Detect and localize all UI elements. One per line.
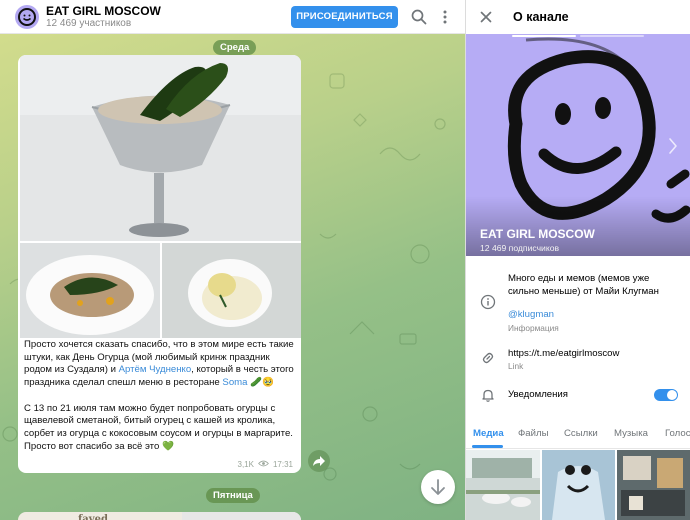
scroll-down-button[interactable] (421, 470, 455, 504)
eye-icon (258, 460, 269, 469)
tab-links[interactable]: Ссылки (564, 428, 598, 439)
sorbet-bowl-image (162, 243, 301, 338)
info-row-description[interactable]: Много еды и мемов (мемов уже сильно мень… (466, 262, 690, 340)
info-label: Информация (508, 323, 559, 333)
cover-subscribers: 12 469 подписчиков (480, 243, 560, 253)
info-icon (480, 294, 496, 310)
message-time: 17:31 (272, 460, 293, 469)
cover-progress-segment-active (512, 35, 576, 37)
message-photo-main[interactable] (20, 55, 301, 241)
mention-link-artem[interactable]: Артём Чудненко (119, 364, 192, 375)
channel-cover[interactable] (466, 34, 690, 256)
panel-header: О канале (466, 0, 690, 34)
media-thumb-1[interactable] (466, 450, 540, 520)
cover-channel-name: EAT GIRL MOSCOW (480, 227, 595, 241)
mention-link-soma[interactable]: Soma (222, 377, 247, 388)
channel-participants: 12 469 участников (46, 18, 132, 29)
chat-header: EAT GIRL MOSCOW 12 469 участников ПРИСОЕ… (0, 0, 465, 34)
panel-title: О канале (513, 10, 569, 24)
media-tabs: Медиа Файлы Ссылки Музыка Голос (466, 419, 690, 449)
notifications-toggle[interactable] (654, 389, 678, 401)
link-label: Link (508, 361, 524, 371)
message-photo-right[interactable] (162, 243, 301, 338)
tabs-divider (466, 448, 690, 449)
next-message-preview[interactable]: faved (18, 512, 301, 520)
notifications-label: Уведомления (508, 389, 568, 400)
cover-progress-segment (580, 35, 644, 37)
message-photo-left[interactable] (20, 243, 160, 338)
channel-username[interactable]: @klugman (508, 308, 554, 321)
tab-music[interactable]: Музыка (614, 428, 648, 439)
dessert-cup-image (20, 55, 301, 241)
search-icon[interactable] (409, 7, 429, 27)
date-pill-friday: Пятница (206, 488, 260, 503)
next-preview-photo (182, 512, 301, 520)
more-vertical-icon[interactable] (435, 7, 455, 27)
media-thumb-image (466, 450, 540, 520)
message-meta: 3,1K 17:31 (238, 460, 294, 469)
chat-column: Среда faved Пятница EAT GIRL MOSCOW 12 4… (0, 0, 465, 520)
join-button[interactable]: ПРИСОЕДИНИТЬСЯ (291, 6, 398, 28)
arrow-down-icon (431, 479, 445, 495)
info-row-link[interactable]: https://t.me/eatgirlmoscow Link (466, 342, 690, 374)
channel-info-panel: О канале EAT GIRL MOSCOW 12 469 подписчи… (466, 0, 690, 520)
media-thumb-3[interactable] (617, 450, 690, 520)
tab-files[interactable]: Файлы (518, 428, 548, 439)
tab-media[interactable]: Медиа (473, 428, 504, 439)
channel-link[interactable]: https://t.me/eatgirlmoscow (508, 347, 619, 360)
share-icon (313, 456, 325, 466)
channel-description: Много еды и мемов (мемов уже сильно мень… (508, 273, 659, 297)
media-thumb-image (617, 450, 690, 520)
tab-voice[interactable]: Голос (665, 428, 690, 439)
media-thumb-2[interactable] (542, 450, 615, 520)
toggle-knob (667, 390, 677, 400)
message-bubble[interactable]: Просто хочется сказать спасибо, что в эт… (18, 55, 301, 473)
share-button[interactable] (308, 450, 330, 472)
message-emoji: 🥒🥹 (247, 377, 275, 389)
channel-avatar[interactable] (15, 5, 39, 29)
plated-dish-image (20, 243, 160, 338)
channel-title[interactable]: EAT GIRL MOSCOW (46, 4, 161, 18)
chevron-right-icon[interactable] (666, 136, 680, 156)
message-text: Просто хочется сказать спасибо, что в эт… (24, 339, 300, 466)
media-thumb-image (542, 450, 615, 520)
message-text-paragraph-2: С 13 по 21 июля там можно будет попробов… (24, 402, 293, 452)
link-icon (480, 350, 496, 366)
date-pill-wednesday: Среда (213, 40, 257, 55)
smiley-logo-icon (18, 8, 36, 26)
bell-icon (480, 387, 496, 403)
close-icon[interactable] (478, 9, 494, 25)
next-preview-text: faved (78, 514, 108, 520)
views-count: 3,1K (237, 460, 254, 469)
